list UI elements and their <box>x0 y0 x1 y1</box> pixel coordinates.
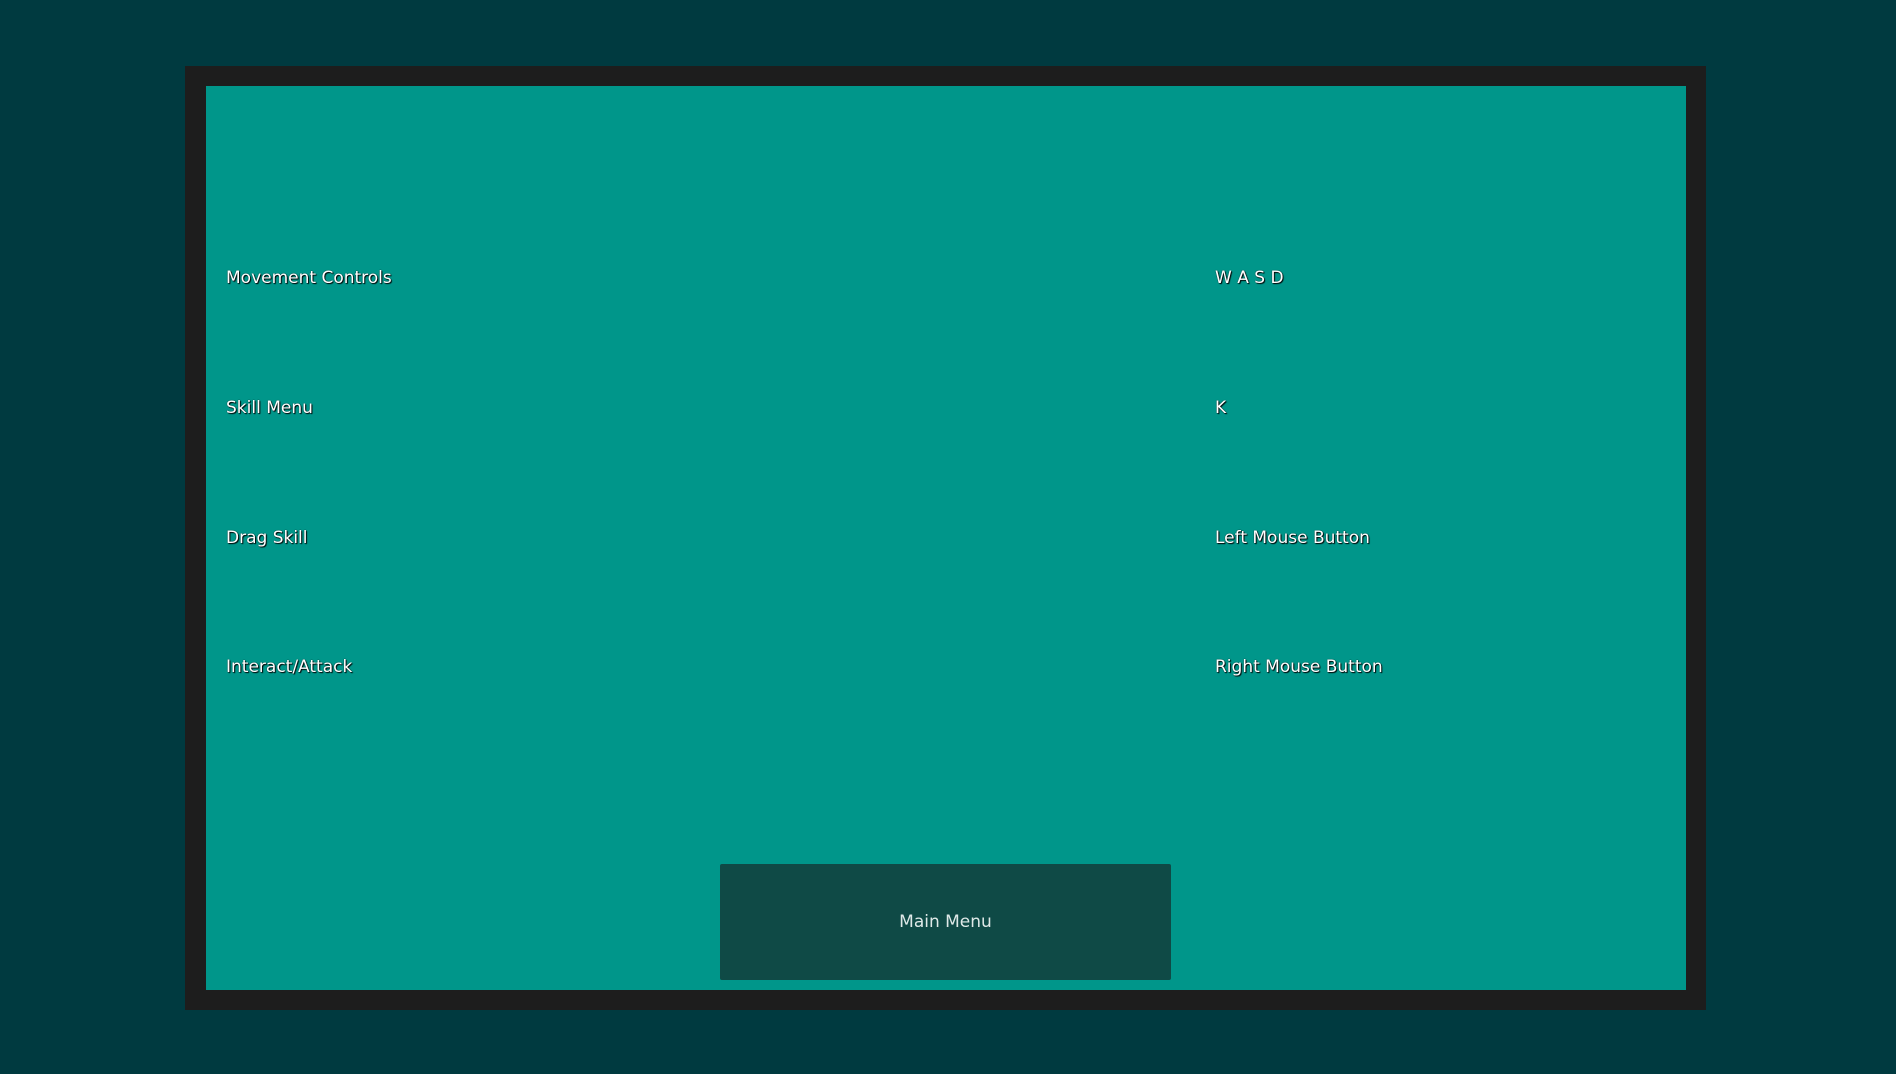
control-action-movement: Movement Controls <box>226 268 392 288</box>
control-binding-skill-menu: K <box>1215 398 1227 418</box>
control-action-skill-menu: Skill Menu <box>226 398 313 418</box>
control-action-interact-attack: Interact/Attack <box>226 657 353 677</box>
control-binding-movement: W A S D <box>1215 268 1284 288</box>
main-menu-button-label: Main Menu <box>899 912 992 932</box>
control-action-drag-skill: Drag Skill <box>226 528 308 548</box>
control-binding-drag-skill: Left Mouse Button <box>1215 528 1370 548</box>
main-menu-button[interactable]: Main Menu <box>720 864 1171 980</box>
controls-panel: Movement Controls W A S D Skill Menu K D… <box>206 86 1686 990</box>
control-binding-interact-attack: Right Mouse Button <box>1215 657 1383 677</box>
